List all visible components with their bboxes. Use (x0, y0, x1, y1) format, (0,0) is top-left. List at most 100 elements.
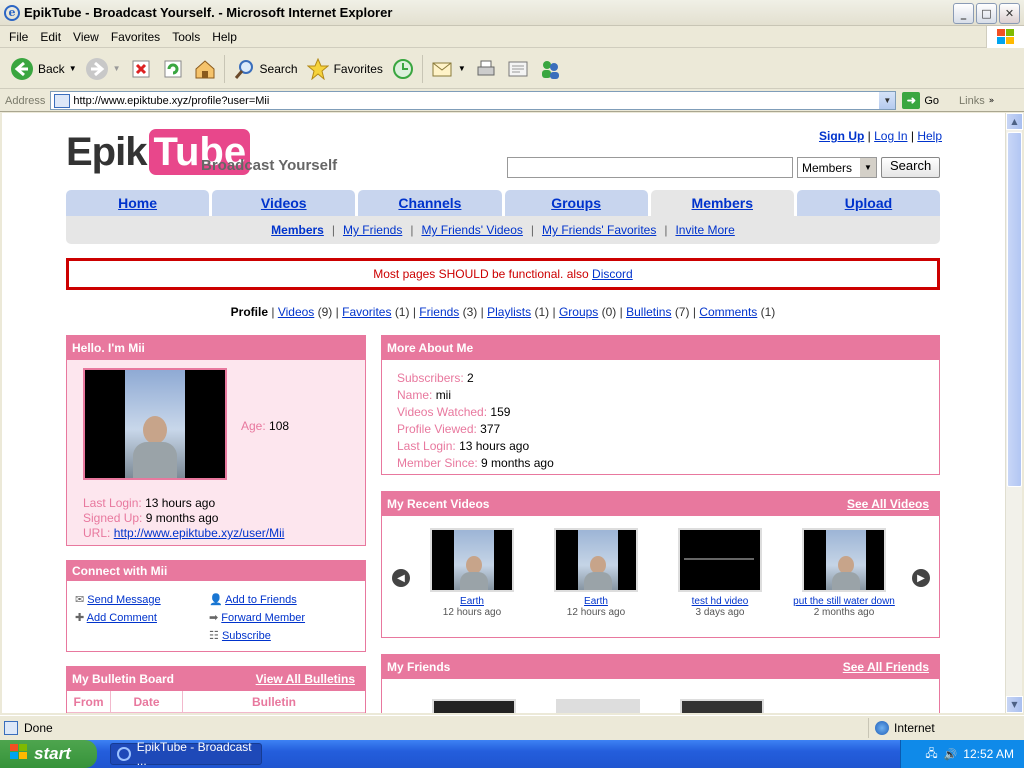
subnav-friends-favorites[interactable]: My Friends' Favorites (542, 223, 656, 237)
tab-members-label[interactable]: Members (692, 195, 753, 211)
tab-members[interactable]: Members (650, 190, 794, 216)
subscribe-link[interactable]: Subscribe (222, 630, 271, 642)
print-button[interactable] (470, 53, 502, 85)
video-thumbnail[interactable] (430, 528, 514, 592)
mail-dropdown-icon[interactable]: ▼ (458, 64, 466, 73)
home-button[interactable] (189, 53, 221, 85)
tab-upload[interactable]: Upload (796, 190, 941, 216)
tab-home-label[interactable]: Home (118, 195, 157, 211)
add-comment-link[interactable]: Add Comment (87, 612, 157, 624)
login-link[interactable]: Log In (874, 129, 907, 143)
see-all-videos-link[interactable]: See All Videos (847, 497, 929, 511)
video-title-link[interactable]: Earth (531, 596, 661, 607)
tray-network-icon[interactable]: 🖧 (925, 745, 937, 764)
back-dropdown-icon[interactable]: ▼ (69, 64, 77, 73)
start-button[interactable]: start (0, 740, 97, 768)
tab-channels-label[interactable]: Channels (398, 195, 461, 211)
video-item[interactable]: Earth 12 hours ago (531, 528, 661, 618)
video-thumbnail[interactable] (802, 528, 886, 592)
last-login-value: 13 hours ago (145, 496, 216, 510)
subnav-my-friends[interactable]: My Friends (343, 223, 402, 237)
history-button[interactable] (387, 53, 419, 85)
profile-url-link[interactable]: http://www.epiktube.xyz/user/Mii (114, 526, 285, 540)
scroll-up-icon[interactable]: ▲ (1006, 113, 1023, 130)
video-title-link[interactable]: Earth (407, 596, 537, 607)
help-link[interactable]: Help (917, 129, 942, 143)
profnav-favorites[interactable]: Favorites (342, 305, 391, 319)
links-chevron-icon[interactable]: » (989, 96, 995, 106)
taskbar-window-button[interactable]: EpikTube - Broadcast ... (110, 740, 262, 768)
close-button[interactable]: ✕ (999, 3, 1020, 24)
address-dropdown-icon[interactable]: ▼ (879, 92, 896, 109)
video-title-link[interactable]: put the still water down (779, 596, 909, 607)
video-item[interactable]: put the still water down 2 months ago (779, 528, 909, 618)
profile-picture[interactable] (83, 368, 227, 480)
profnav-groups[interactable]: Groups (559, 305, 598, 319)
menu-edit[interactable]: Edit (34, 30, 67, 44)
menu-view[interactable]: View (67, 30, 105, 44)
scroll-thumb[interactable] (1007, 132, 1022, 487)
clock[interactable]: 12:52 AM (963, 747, 1014, 761)
forward-dropdown-icon[interactable]: ▼ (113, 64, 121, 73)
video-item[interactable]: test hd video 3 days ago (655, 528, 785, 618)
maximize-button[interactable]: □ (976, 3, 997, 24)
profnav-comments[interactable]: Comments (699, 305, 757, 319)
profnav-friends[interactable]: Friends (419, 305, 459, 319)
friend-thumbnail[interactable] (556, 699, 640, 713)
tab-videos-label[interactable]: Videos (261, 195, 307, 211)
links-button[interactable]: Links (959, 95, 985, 107)
tab-channels[interactable]: Channels (358, 190, 502, 216)
tab-groups-label[interactable]: Groups (551, 195, 601, 211)
view-all-bulletins-link[interactable]: View All Bulletins (256, 672, 355, 686)
go-button[interactable]: ➜ Go (902, 92, 939, 109)
logo-epik: Epik (66, 129, 147, 174)
forward-member-link[interactable]: Forward Member (221, 612, 305, 624)
site-search-input[interactable] (507, 157, 793, 178)
friend-thumbnail[interactable] (680, 699, 764, 713)
add-friends-link[interactable]: Add to Friends (225, 594, 297, 606)
send-message-link[interactable]: Send Message (87, 594, 160, 606)
forward-button[interactable]: ▼ (81, 53, 125, 85)
carousel-next-icon[interactable]: ▶ (912, 569, 930, 587)
video-item[interactable]: Earth 12 hours ago (407, 528, 537, 618)
favorites-button[interactable]: Favorites (302, 53, 387, 85)
count: (3) (462, 305, 478, 319)
signup-link[interactable]: Sign Up (819, 129, 864, 143)
profnav-bulletins[interactable]: Bulletins (626, 305, 671, 319)
back-button[interactable]: Back ▼ (6, 53, 81, 85)
menu-help[interactable]: Help (206, 30, 243, 44)
profnav-videos[interactable]: Videos (278, 305, 314, 319)
page-scrollbar[interactable]: ▲ ▼ (1005, 113, 1023, 713)
stop-button[interactable] (125, 53, 157, 85)
mail-button[interactable]: ▼ (426, 53, 470, 85)
tray-volume-icon[interactable]: 🔊 (944, 748, 958, 761)
messenger-button[interactable] (534, 53, 566, 85)
see-all-friends-link[interactable]: See All Friends (843, 660, 929, 674)
scroll-down-icon[interactable]: ▼ (1006, 696, 1023, 713)
subnav-invite-more[interactable]: Invite More (675, 223, 734, 237)
search-type-select[interactable]: Members ▼ (797, 157, 877, 178)
globe-icon (875, 720, 889, 735)
menu-file[interactable]: File (3, 30, 34, 44)
tab-upload-label[interactable]: Upload (845, 195, 892, 211)
tab-groups[interactable]: Groups (504, 190, 648, 216)
tab-videos[interactable]: Videos (212, 190, 356, 216)
friend-thumbnail[interactable] (432, 699, 516, 713)
video-title-link[interactable]: test hd video (655, 596, 785, 607)
minimize-button[interactable]: _ (953, 3, 974, 24)
discord-link[interactable]: Discord (592, 267, 633, 281)
profnav-playlists[interactable]: Playlists (487, 305, 531, 319)
refresh-button[interactable] (157, 53, 189, 85)
site-search-button[interactable]: Search (881, 157, 941, 178)
edit-button[interactable] (502, 53, 534, 85)
address-input[interactable]: http://www.epiktube.xyz/profile?user=Mii… (50, 91, 897, 110)
menu-tools[interactable]: Tools (166, 30, 206, 44)
about-value: 159 (490, 405, 511, 419)
search-button[interactable]: Search (228, 53, 302, 85)
tab-home[interactable]: Home (66, 190, 210, 216)
video-thumbnail[interactable] (678, 528, 762, 592)
video-thumbnail[interactable] (554, 528, 638, 592)
subnav-friends-videos[interactable]: My Friends' Videos (421, 223, 522, 237)
subnav-members[interactable]: Members (271, 223, 324, 237)
menu-favorites[interactable]: Favorites (105, 30, 166, 44)
